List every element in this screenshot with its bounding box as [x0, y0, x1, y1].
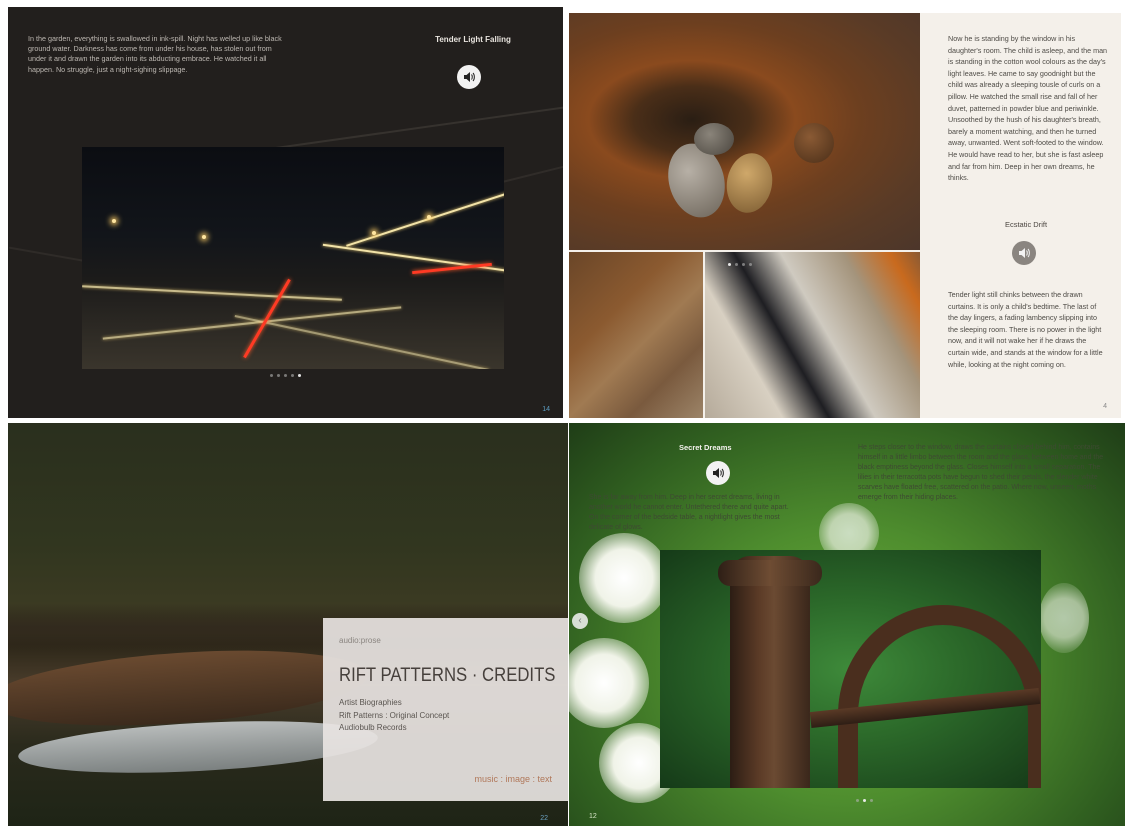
credits-subtitle: audio:prose: [339, 636, 381, 645]
prose-text-bottom: Tender light still chinks between the dr…: [948, 290, 1103, 369]
white-flower: [1039, 583, 1089, 653]
page-dot[interactable]: [749, 263, 752, 266]
track-title: Ecstatic Drift: [1004, 220, 1048, 229]
page-secret-dreams: Secret Dreams She is far away from him. …: [569, 423, 1125, 826]
street-lamp: [202, 235, 206, 239]
media-line: music : image : text: [474, 774, 552, 784]
link-audiobulb-records[interactable]: Audiobulb Records: [339, 722, 449, 735]
page-number: 22: [540, 815, 548, 822]
street-lamp: [372, 231, 376, 235]
stone: [694, 123, 734, 155]
street-lamp: [112, 219, 116, 223]
credits-card: audio:prose RIFT PATTERNS · CREDITS Arti…: [323, 618, 568, 801]
speaker-icon[interactable]: [457, 65, 481, 89]
white-flower: [579, 533, 669, 623]
page-dot[interactable]: [863, 799, 866, 802]
page-number: 4: [1103, 403, 1107, 410]
light-trail: [102, 306, 402, 340]
driftwood-rust-photo: [705, 252, 920, 418]
page-credits: audio:prose RIFT PATTERNS · CREDITS Arti…: [8, 423, 568, 826]
page-dot[interactable]: [277, 374, 280, 377]
page-dot[interactable]: [742, 263, 745, 266]
page-dot[interactable]: [284, 374, 287, 377]
light-trail: [346, 189, 504, 247]
night-road-photo: [82, 147, 504, 369]
background-streak: [269, 106, 563, 150]
track-title: Secret Dreams: [679, 443, 732, 452]
iron-post-cap: [718, 560, 822, 586]
street-lamp: [427, 215, 431, 219]
page-dot[interactable]: [728, 263, 731, 266]
speaker-icon[interactable]: [706, 461, 730, 485]
white-flower: [569, 638, 649, 728]
rivet: [794, 123, 834, 163]
page-number: 14: [542, 406, 550, 413]
rusty-post-photo: [660, 550, 1041, 788]
credits-title: RIFT PATTERNS · CREDITS: [339, 665, 556, 686]
iron-post: [730, 556, 810, 788]
light-trail: [234, 314, 490, 369]
rust-wood-photo: [569, 252, 703, 418]
page-dot[interactable]: [291, 374, 294, 377]
track-title: Tender Light Falling: [435, 35, 511, 44]
prose-text-left: She is far away from him. Deep in her se…: [589, 494, 789, 531]
page-indicator: [270, 374, 301, 377]
red-light-trail: [412, 262, 492, 275]
prose-text-top: Now he is standing by the window in his …: [948, 34, 1108, 183]
light-trail: [82, 285, 342, 301]
link-original-concept[interactable]: Rift Patterns : Original Concept: [339, 710, 449, 723]
page-tender-light-falling: In the garden, everything is swallowed i…: [8, 7, 563, 418]
page-indicator: [856, 799, 873, 802]
page-number: 12: [589, 813, 597, 820]
page-indicator: [728, 263, 752, 266]
page-dot[interactable]: [298, 374, 301, 377]
prose-text: In the garden, everything is swallowed i…: [28, 34, 282, 74]
page-dot[interactable]: [270, 374, 273, 377]
page-dot[interactable]: [870, 799, 873, 802]
page-ecstatic-drift: Now he is standing by the window in his …: [569, 13, 1121, 418]
stone: [722, 149, 777, 217]
prose-text-right: He steps closer to the window, draws the…: [858, 444, 1104, 501]
page-dot[interactable]: [735, 263, 738, 266]
speaker-icon[interactable]: [1012, 241, 1036, 265]
chevron-left-icon[interactable]: ‹: [572, 613, 588, 629]
link-artist-biographies[interactable]: Artist Biographies: [339, 697, 449, 710]
page-dot[interactable]: [856, 799, 859, 802]
light-trail: [322, 243, 504, 273]
rust-stones-photo: [569, 13, 920, 250]
